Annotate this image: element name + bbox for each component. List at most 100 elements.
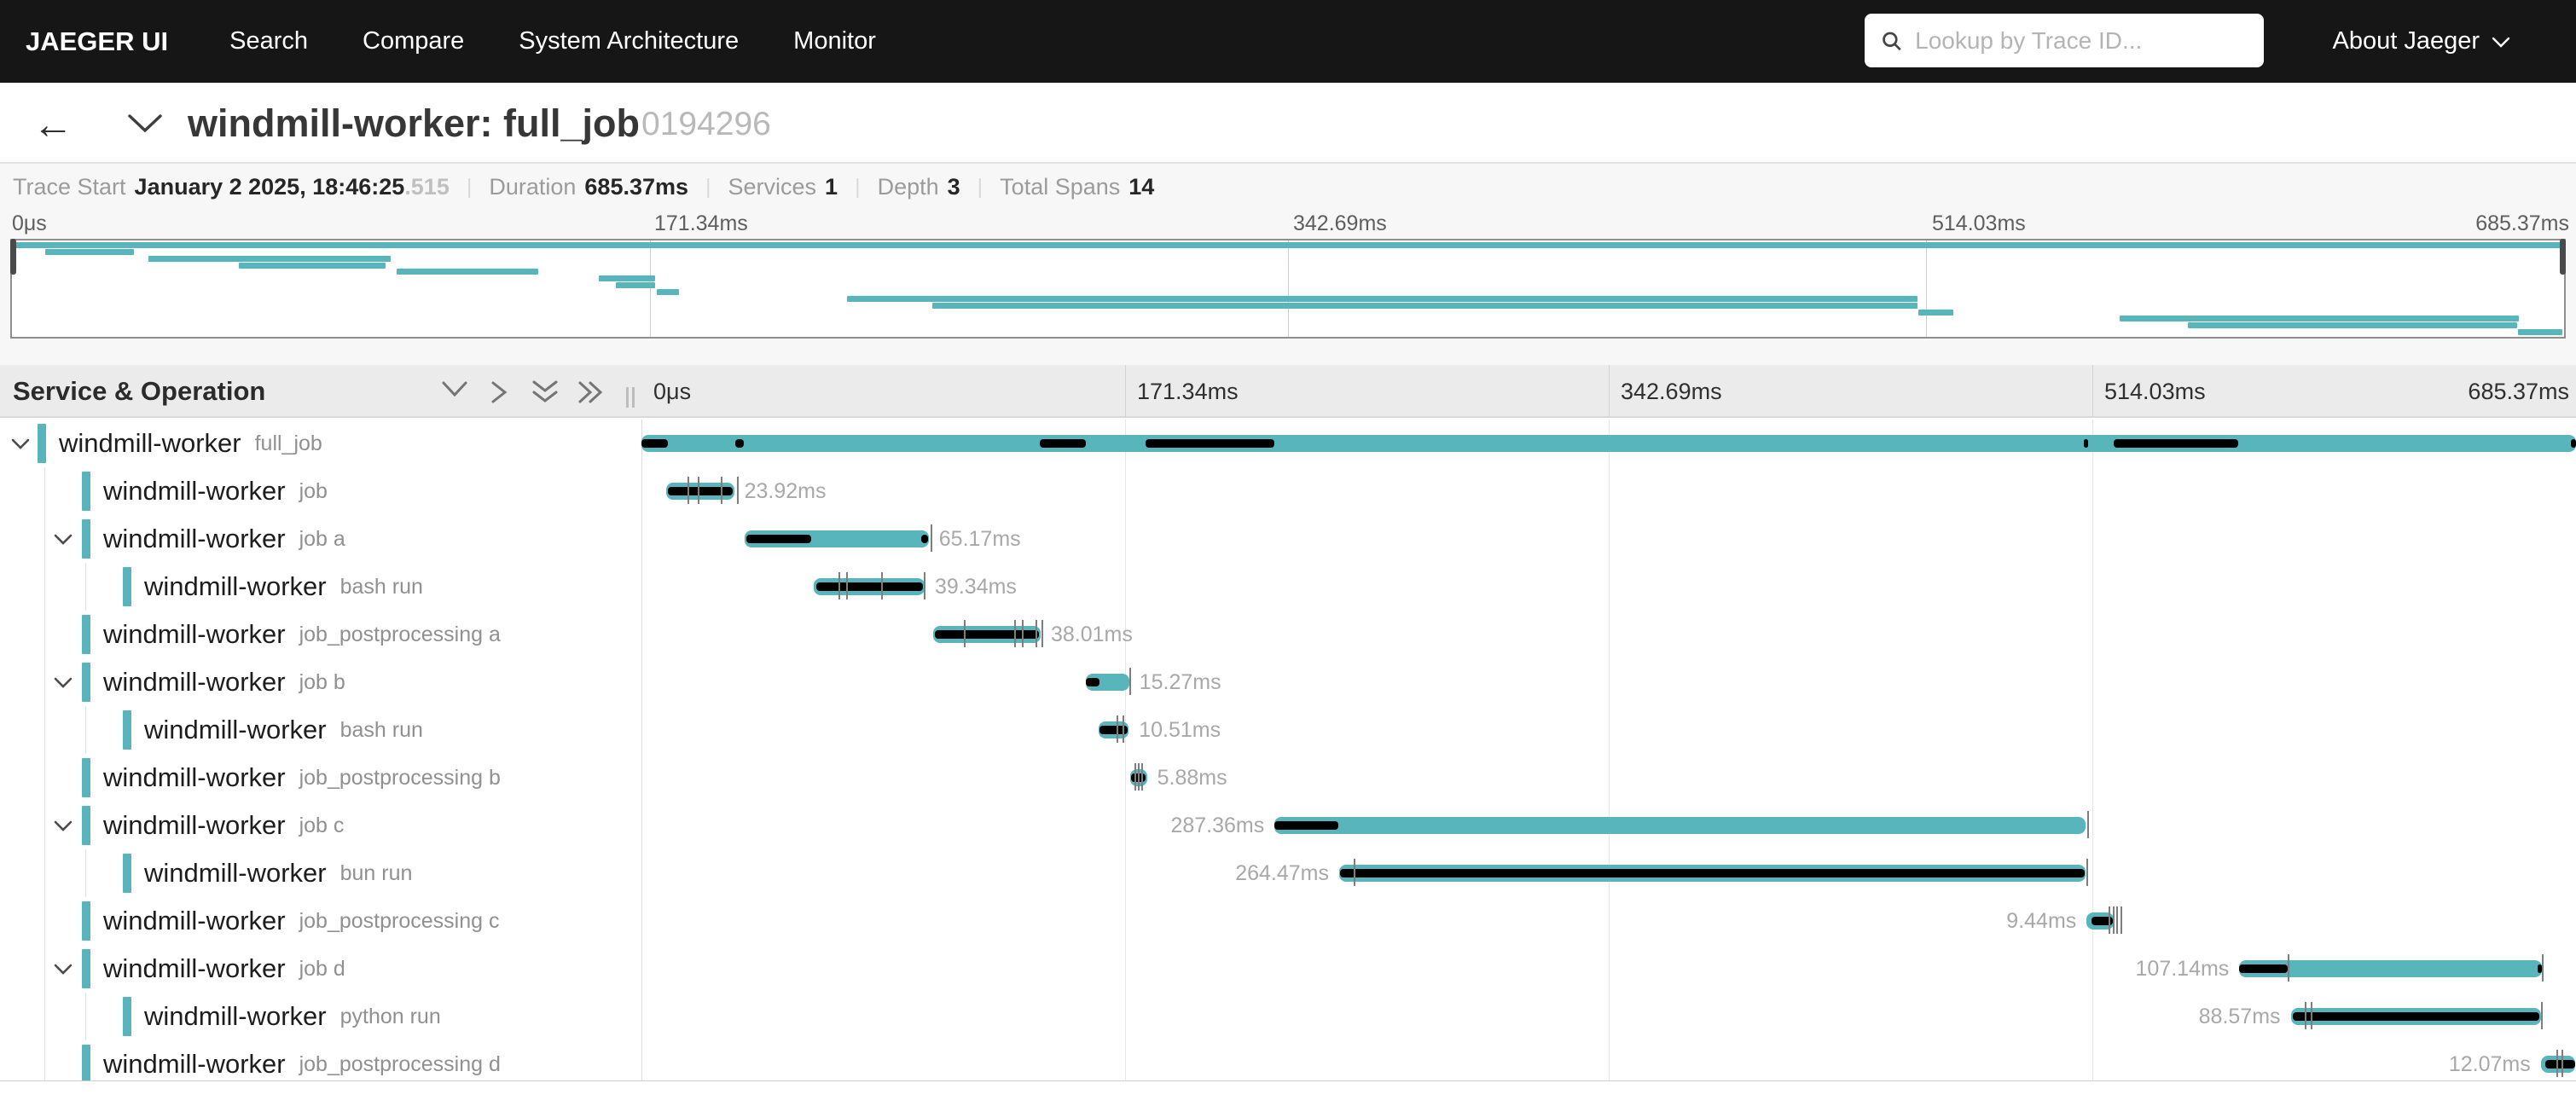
span-duration-label: 39.34ms [935,563,1017,611]
timeline-tick-label: 685.37ms [2468,365,2569,418]
span-row[interactable]: windmill-workerjob a65.17ms [0,515,2576,563]
meta-value-fraction: .515 [404,174,450,200]
span-log-tick [688,477,689,504]
span-expand-icon[interactable] [53,533,73,550]
top-nav: JAEGER UI Search Compare System Architectu… [0,0,2576,83]
span-row[interactable]: windmill-workerjob d107.14ms [0,945,2576,993]
minimap-tick-label: 514.03ms [1932,211,2026,236]
back-button[interactable]: ← [32,101,73,148]
column-resizer[interactable] [626,387,635,408]
span-row[interactable]: windmill-workerjob c287.36ms [0,802,2576,849]
tree-guide-line [44,563,45,611]
critical-path-segment [1274,821,1338,830]
collapse-trace-detail-icon[interactable] [126,112,164,138]
span-operation-name: job a [299,527,345,552]
minimap-tick-label: 171.34ms [654,211,748,236]
minimap-span-bar [847,296,1917,302]
span-expand-icon[interactable] [10,437,31,455]
tree-guide-line [44,1040,45,1081]
meta-value: 1 [825,174,838,200]
nav-item-search[interactable]: Search [229,27,308,55]
critical-path-segment [2084,439,2088,448]
span-name-wrapper: windmill-worker job a [103,515,345,563]
nav-item-system-architecture[interactable]: System Architecture [519,27,739,55]
nav-item-monitor[interactable]: Monitor [793,27,876,55]
critical-path-segment [641,439,668,448]
span-log-tick [737,477,739,504]
span-name-wrapper: windmill-workerpython run [144,993,441,1040]
span-bar[interactable] [641,435,2576,452]
span-color-indicator [82,901,90,941]
span-log-tick [721,477,722,504]
tree-guide-line [85,993,86,1040]
span-color-indicator [82,472,90,511]
critical-path-segment [1340,869,2084,877]
about-jaeger-menu[interactable]: About Jaeger [2332,0,2510,83]
service-operation-header: Service & Operation [13,365,265,418]
collapse-one-button[interactable] [440,379,469,403]
span-duration-label: 107.14ms [2136,945,2230,993]
span-row[interactable]: windmill-workerfull_job [0,420,2576,467]
span-log-tick [1129,668,1131,695]
trace-id-lookup[interactable] [1865,14,2264,67]
meta-label: Depth [878,174,939,200]
meta-value: 3 [948,174,960,200]
span-row[interactable]: windmill-workerjob b15.27ms [0,658,2576,706]
span-log-tick [2561,1050,2563,1077]
span-row[interactable]: windmill-workerpython run88.57ms [0,993,2576,1040]
span-service-name: windmill-worker [59,428,241,459]
nav-item-compare[interactable]: Compare [363,27,464,55]
span-row[interactable]: windmill-workerjob_postprocessing a38.01… [0,611,2576,658]
meta-divider: | [705,175,711,200]
span-row[interactable]: windmill-workerbash run39.34ms [0,563,2576,611]
span-expand-icon[interactable] [53,676,73,693]
span-expand-icon[interactable] [53,820,73,837]
trace-summary-and-minimap: Trace StartJanuary 2 2025, 18:46:25.515|… [0,164,2576,365]
minimap-span-bar [616,282,655,288]
meta-divider: | [467,175,473,200]
span-service-name: windmill-worker [103,810,286,841]
minimap-scrubber-left[interactable] [10,239,16,275]
search-icon [1880,28,1903,54]
timeline-tick-label: 342.69ms [1621,365,1722,418]
minimap-scrubber-right[interactable] [2560,239,2566,275]
meta-value: 685.37ms [584,174,688,200]
span-name-wrapper: windmill-workerjob_postprocessing b [103,754,501,802]
meta-value: 14 [1128,174,1154,200]
collapse-all-button[interactable] [531,379,560,409]
expand-one-button[interactable] [490,379,508,409]
span-color-indicator [82,758,90,797]
span-bar[interactable] [1274,817,2086,834]
span-duration-label: 5.88ms [1157,754,1227,802]
span-name-wrapper: windmill-workerjob c [103,802,344,849]
span-row[interactable]: windmill-workerjob_postprocessing c9.44m… [0,897,2576,945]
minimap-canvas[interactable] [10,239,2566,339]
critical-path-segment [2114,439,2238,448]
span-service-name: windmill-worker [103,524,286,554]
minimap-span-bar [599,275,656,281]
trace-id-search-input[interactable] [1915,27,2248,55]
span-expand-icon[interactable] [53,963,73,980]
span-name-wrapper: windmill-workerjob b [103,658,345,706]
tree-guide-line [85,563,86,611]
span-name-wrapper: windmill-workerfull_job [59,420,322,467]
jaeger-trace-page: JAEGER UI Search Compare System Architectu… [0,0,2576,1112]
span-log-tick [1123,715,1124,743]
minimap-tick-label: 342.69ms [1293,211,1387,236]
span-service-name: windmill-worker [103,476,286,507]
minimap-span-bar [2188,322,2518,328]
span-row[interactable]: windmill-workerjob23.92ms [0,467,2576,515]
span-log-tick [2556,1050,2558,1077]
span-duration-label: 12.07ms [2449,1040,2531,1081]
span-row[interactable]: windmill-workerjob_postprocessing d12.07… [0,1040,2576,1081]
span-row[interactable]: windmill-workerbun run264.47ms [0,849,2576,897]
span-service-name: windmill-worker [103,953,286,984]
app-logo[interactable]: JAEGER UI [26,26,168,57]
span-row[interactable]: windmill-workerbash run10.51ms [0,706,2576,754]
span-log-tick [2087,811,2089,838]
span-duration-label: 10.51ms [1139,706,1221,754]
expand-all-button[interactable] [577,379,604,409]
span-service-name: windmill-worker [144,571,327,602]
span-row[interactable]: windmill-workerjob_postprocessing b 5.88m… [0,754,2576,802]
minimap-span-bar [12,242,2564,248]
